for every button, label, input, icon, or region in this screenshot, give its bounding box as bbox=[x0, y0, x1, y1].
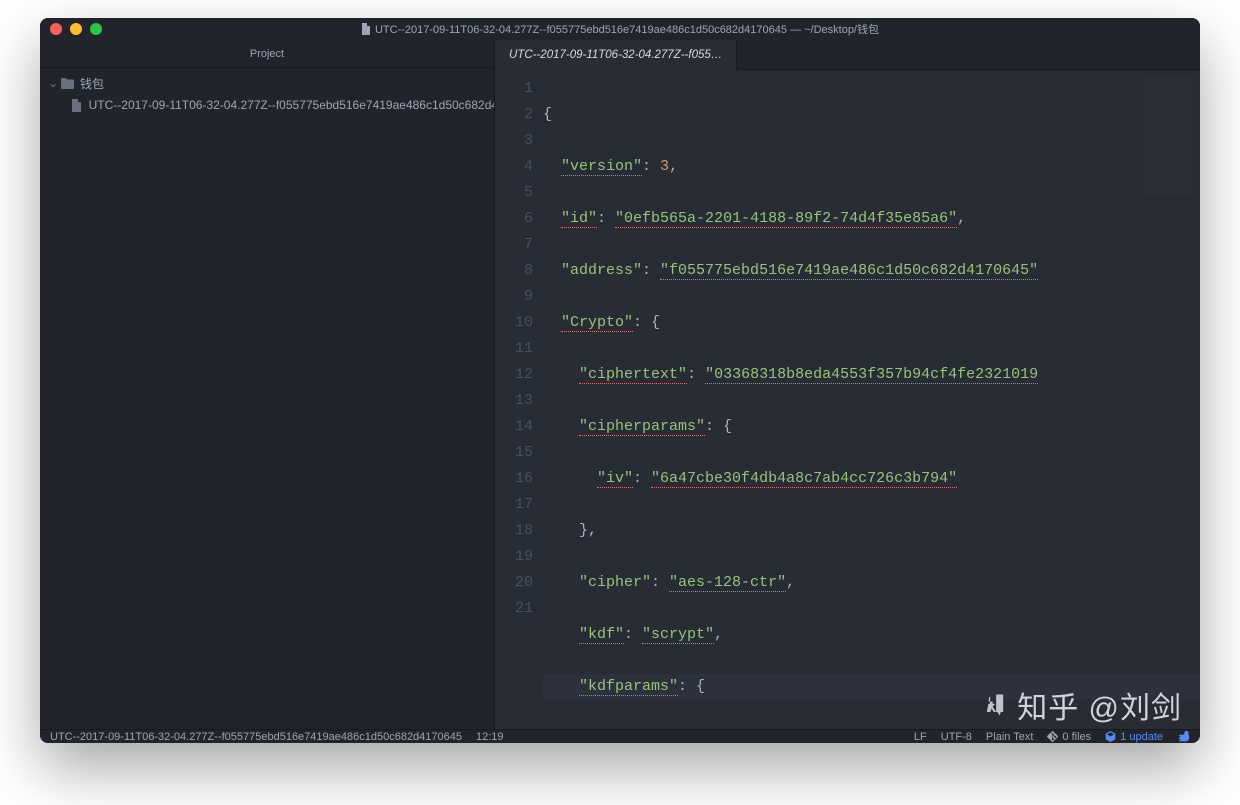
status-line-ending[interactable]: LF bbox=[914, 731, 927, 743]
file-icon bbox=[361, 23, 371, 35]
tree-file-label: UTC--2017-09-11T06-32-04.277Z--f055775eb… bbox=[89, 98, 494, 112]
package-icon bbox=[1105, 731, 1116, 742]
status-git-files[interactable]: 0 files bbox=[1047, 731, 1091, 743]
squirrel-icon bbox=[1177, 730, 1190, 743]
tree-file-item[interactable]: UTC--2017-09-11T06-32-04.277Z--f055775eb… bbox=[40, 94, 494, 116]
window-body: Project ⌄ 钱包 UTC--2017-09-11T06-32-04.27… bbox=[40, 40, 1200, 729]
zoom-window-button[interactable] bbox=[90, 23, 102, 35]
chevron-down-icon: ⌄ bbox=[48, 76, 56, 90]
folder-icon bbox=[60, 78, 74, 89]
app-window: UTC--2017-09-11T06-32-04.277Z--f055775eb… bbox=[40, 18, 1200, 743]
status-update[interactable]: 1 update bbox=[1105, 731, 1163, 743]
tree-root-folder[interactable]: ⌄ 钱包 bbox=[40, 72, 494, 94]
status-encoding[interactable]: UTF-8 bbox=[941, 731, 972, 743]
tab-bar: UTC--2017-09-11T06-32-04.277Z--f055… bbox=[495, 40, 1200, 70]
close-window-button[interactable] bbox=[50, 23, 62, 35]
sidebar-header: Project bbox=[40, 40, 494, 68]
window-controls bbox=[50, 23, 102, 35]
file-icon bbox=[70, 99, 83, 112]
code-area[interactable]: 123456789101112131415161718192021 { "ver… bbox=[495, 70, 1200, 729]
minimap[interactable] bbox=[1142, 76, 1194, 196]
editor-pane: UTC--2017-09-11T06-32-04.277Z--f055… 123… bbox=[495, 40, 1200, 729]
status-bar: UTC--2017-09-11T06-32-04.277Z--f055775eb… bbox=[40, 729, 1200, 743]
line-gutter: 123456789101112131415161718192021 bbox=[495, 70, 543, 729]
tree-folder-label: 钱包 bbox=[80, 75, 104, 92]
git-icon bbox=[1047, 731, 1058, 742]
tab-active[interactable]: UTC--2017-09-11T06-32-04.277Z--f055… bbox=[495, 40, 737, 70]
status-squirrel-icon[interactable] bbox=[1177, 730, 1190, 743]
minimize-window-button[interactable] bbox=[70, 23, 82, 35]
status-filepath[interactable]: UTC--2017-09-11T06-32-04.277Z--f055775eb… bbox=[50, 731, 462, 743]
status-grammar[interactable]: Plain Text bbox=[986, 731, 1034, 743]
window-title: UTC--2017-09-11T06-32-04.277Z--f055775eb… bbox=[40, 21, 1200, 37]
project-sidebar: Project ⌄ 钱包 UTC--2017-09-11T06-32-04.27… bbox=[40, 40, 495, 729]
status-cursor-position[interactable]: 12:19 bbox=[476, 731, 504, 743]
code-content[interactable]: { "version": 3, "id": "0efb565a-2201-418… bbox=[543, 70, 1200, 729]
file-tree: ⌄ 钱包 UTC--2017-09-11T06-32-04.277Z--f055… bbox=[40, 68, 494, 120]
titlebar[interactable]: UTC--2017-09-11T06-32-04.277Z--f055775eb… bbox=[40, 18, 1200, 40]
